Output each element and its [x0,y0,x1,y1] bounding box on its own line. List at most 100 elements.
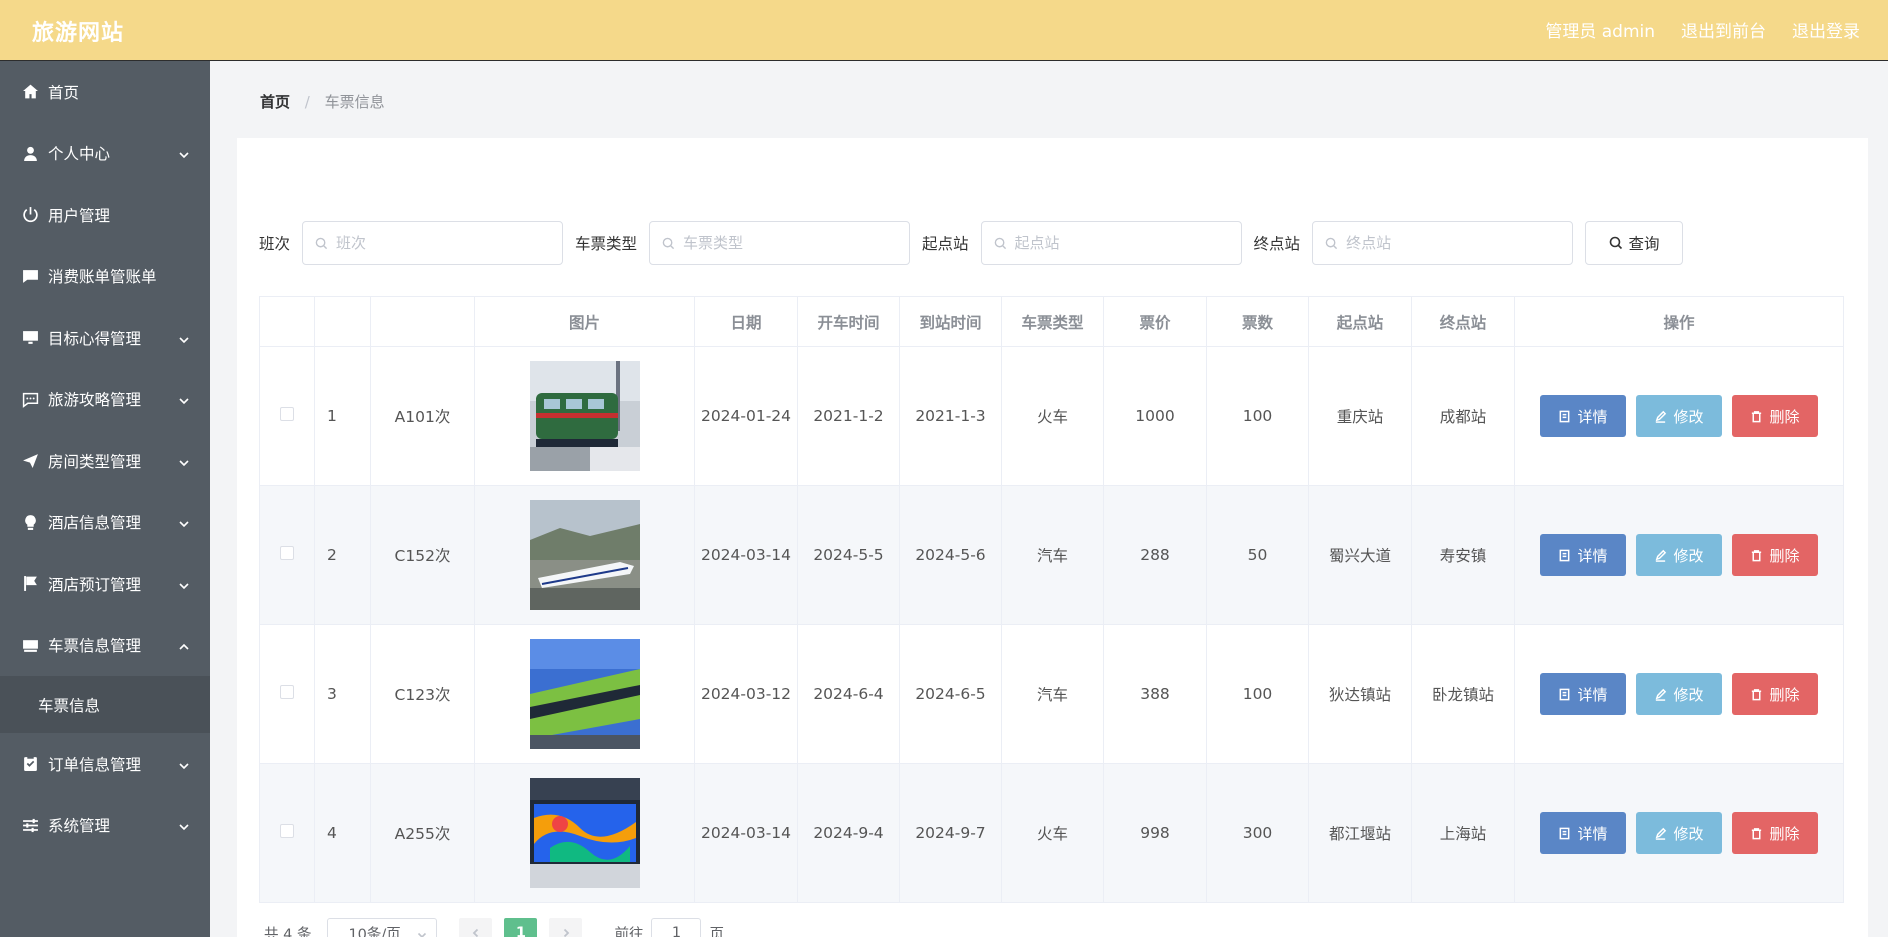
row-start: 都江堰站 [1308,763,1412,903]
header-actions: 操作 [1514,296,1844,347]
page-number-button[interactable]: 1 [504,918,538,937]
banci-input[interactable] [336,234,537,252]
row-checkbox[interactable] [280,407,294,421]
header-type: 车票类型 [1001,296,1104,347]
ticket-type-field[interactable] [649,221,911,265]
query-button[interactable]: 查询 [1585,221,1684,265]
end-station-input[interactable] [1346,234,1547,252]
sidebar-item-guides[interactable]: 旅游攻略管理 [0,369,210,431]
edit-button[interactable]: 修改 [1636,395,1722,437]
page-jump-suffix: 页 [709,926,724,937]
row-checkbox[interactable] [280,824,294,838]
sidebar-item-label: 个人中心 [48,145,111,164]
sidebar-item-hotel-booking[interactable]: 酒店预订管理 [0,553,210,615]
edit-icon [1656,827,1667,840]
power-icon [21,206,39,224]
sidebar-item-goals[interactable]: 目标心得管理 [0,307,210,369]
end-station-field[interactable] [1312,221,1574,265]
row-arrive: 2021-1-3 [899,346,1002,486]
header-arrive: 到站时间 [899,296,1002,347]
breadcrumb-home[interactable]: 首页 [260,93,290,111]
sidebar-item-tickets[interactable]: 车票信息管理 [0,615,210,677]
row-image-cell [474,485,695,625]
row-count: 50 [1206,485,1309,625]
settings-icon [21,816,39,834]
row-select-cell [259,485,315,625]
row-price: 998 [1103,763,1207,903]
chevron-down-icon [178,147,190,159]
row-start: 狄达镇站 [1308,624,1412,764]
send-icon [21,452,39,470]
edit-button[interactable]: 修改 [1636,673,1722,715]
edit-icon [1656,410,1667,423]
sidebar-item-users[interactable]: 用户管理 [0,184,210,246]
row-checkbox[interactable] [280,685,294,699]
banci-label: 班次 [259,235,291,253]
white-bullet-train-image[interactable] [529,500,640,610]
sidebar-item-label: 首页 [48,83,80,102]
edit-button[interactable]: 修改 [1636,812,1722,854]
banci-field[interactable] [302,221,564,265]
edit-button[interactable]: 修改 [1636,534,1722,576]
sidebar-item-label: 酒店信息管理 [48,514,142,533]
sidebar-item-hotels[interactable]: 酒店信息管理 [0,492,210,554]
trash-icon [1752,410,1762,422]
query-button-label: 查询 [1628,235,1660,253]
sidebar-item-bills[interactable]: 消费账单管账单 [0,246,210,308]
end-station-label: 终点站 [1253,235,1301,253]
document-icon [1560,827,1570,839]
delete-button[interactable]: 删除 [1732,534,1818,576]
next-page-button[interactable] [549,918,583,937]
sidebar-item-label: 用户管理 [48,206,111,225]
trash-icon [1752,549,1762,561]
sidebar-item-label: 订单信息管理 [48,755,142,774]
row-price: 288 [1103,485,1207,625]
delete-button[interactable]: 删除 [1732,395,1818,437]
detail-button-label: 详情 [1577,546,1608,565]
start-station-field[interactable] [980,221,1242,265]
page-size-select[interactable]: 10条/页 [327,918,438,937]
sidebar-item-orders[interactable]: 订单信息管理 [0,733,210,795]
delete-button[interactable]: 删除 [1732,812,1818,854]
row-image-cell [474,624,695,764]
green-locomotive-image[interactable] [529,361,640,471]
row-checkbox[interactable] [280,546,294,560]
breadcrumb-current: 车票信息 [324,93,385,111]
detail-button[interactable]: 详情 [1540,534,1626,576]
user-icon [21,144,39,162]
green-tram-image[interactable] [529,639,640,749]
search-icon [315,237,328,249]
sidebar-item-label: 系统管理 [48,817,111,836]
painted-metro-train-image[interactable] [529,778,640,888]
row-date: 2024-03-12 [694,624,798,764]
detail-button[interactable]: 详情 [1540,395,1626,437]
search-icon [994,237,1006,249]
start-station-input[interactable] [1014,234,1215,252]
header-date: 日期 [694,296,798,347]
top-links: 管理员 admin 退出到前台 退出登录 [1545,17,1860,42]
to-front-link[interactable]: 退出到前台 [1681,17,1766,42]
row-index: 1 [314,346,371,486]
sidebar-item-home[interactable]: 首页 [0,61,210,123]
sidebar-item-label: 车票信息管理 [48,637,142,656]
sidebar-item-system[interactable]: 系统管理 [0,795,210,857]
ticket-type-input[interactable] [683,234,884,252]
prev-page-button[interactable] [459,918,493,937]
row-image-cell [474,346,695,486]
logout-link[interactable]: 退出登录 [1792,17,1860,42]
detail-button-label: 详情 [1577,685,1608,704]
sidebar-item-profile[interactable]: 个人中心 [0,123,210,185]
delete-button[interactable]: 删除 [1732,673,1818,715]
detail-button[interactable]: 详情 [1540,673,1626,715]
search-bar: 班次 车票类型 起点站 终点站 查询 [259,221,1684,265]
page-jump-input[interactable]: 1 [651,918,702,937]
delete-button-label: 删除 [1769,685,1800,704]
row-arrive: 2024-5-6 [899,485,1002,625]
sidebar-item-room-types[interactable]: 房间类型管理 [0,430,210,492]
edit-button-label: 修改 [1673,685,1704,704]
sidebar-subitem-ticket-info[interactable]: 车票信息 [0,676,210,733]
row-index: 3 [314,624,371,764]
detail-button[interactable]: 详情 [1540,812,1626,854]
page-jump-prefix: 前往 [614,926,644,937]
site-logo[interactable]: 旅游网站 [32,15,124,47]
